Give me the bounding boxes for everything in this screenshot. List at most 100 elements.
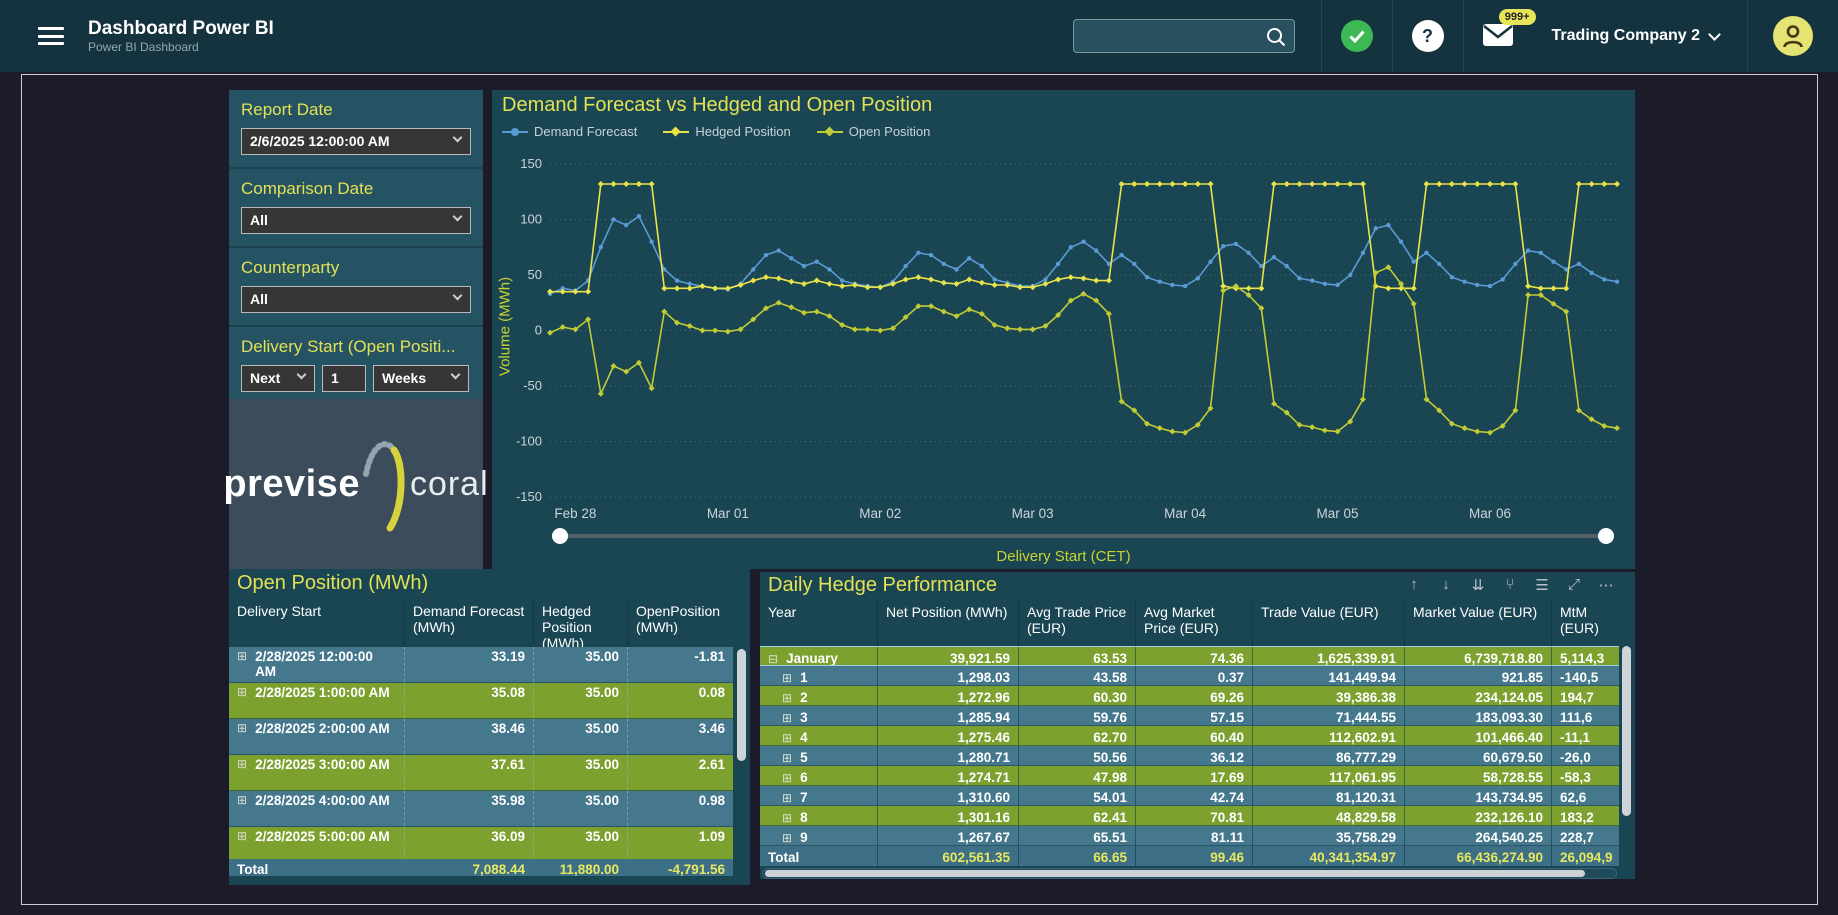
expand-icon[interactable]: ⊞ <box>782 788 792 803</box>
vertical-scrollbar[interactable] <box>1622 646 1631 816</box>
counterparty-dropdown[interactable]: All <box>241 286 471 313</box>
value-cell: 35.98 <box>404 791 533 826</box>
value-cell: 2.61 <box>627 755 733 790</box>
column-header[interactable]: Year <box>760 600 877 646</box>
table-row[interactable]: ⊞2/28/2025 12:00:00 AM33.1935.00-1.81 <box>229 647 733 683</box>
x-axis-range-slider[interactable] <box>552 528 1614 544</box>
value-cell: 47.98 <box>1018 766 1135 785</box>
expand-icon[interactable]: ⊞ <box>237 649 247 680</box>
table-row[interactable]: ⊞31,285.9459.7657.1571,444.55183,093.301… <box>760 706 1619 726</box>
expand-icon[interactable]: ⊞ <box>782 748 792 763</box>
data-point <box>814 309 820 315</box>
expand-icon[interactable]: ⊞ <box>782 768 792 783</box>
table-row[interactable]: ⊞2/28/2025 1:00:00 AM35.0835.000.08 <box>229 683 733 719</box>
column-header[interactable]: MtM (EUR) <box>1551 600 1619 646</box>
value-cell: 921.85 <box>1404 666 1551 685</box>
table-row[interactable]: ⊞2/28/2025 3:00:00 AM37.6135.002.61 <box>229 755 733 791</box>
chart-panel: Demand Forecast vs Hedged and Open Posit… <box>492 90 1635 569</box>
table-row[interactable]: ⊟January39,921.5963.5374.361,625,339.916… <box>760 646 1619 666</box>
relative-unit-dropdown[interactable]: Weeks <box>373 365 469 392</box>
data-point <box>1399 240 1403 244</box>
data-point <box>1563 285 1569 291</box>
data-point <box>877 328 883 334</box>
hedge-performance-title: Daily Hedge Performance <box>768 574 997 597</box>
value-cell: 57.15 <box>1135 706 1252 725</box>
table-row[interactable]: ⊞11,298.0343.580.37141,449.94921.85-140,… <box>760 666 1619 686</box>
column-header[interactable]: Avg Market Price (EUR) <box>1135 600 1252 646</box>
table-row[interactable]: ⊞2/28/2025 5:00:00 AM36.0935.001.09 <box>229 827 733 859</box>
table-row[interactable]: ⊞51,280.7150.5636.1286,777.2960,679.50-2… <box>760 746 1619 766</box>
expand-icon[interactable]: ⊞ <box>237 793 247 824</box>
year-cell: ⊞9 <box>760 826 877 845</box>
expand-all-icon[interactable]: ⇊ <box>1469 576 1487 594</box>
column-header[interactable]: Trade Value (EUR) <box>1252 600 1404 646</box>
expand-icon[interactable]: ⊞ <box>237 757 247 788</box>
expand-icon[interactable]: ⊞ <box>782 728 792 743</box>
value-cell: 35.00 <box>533 647 627 682</box>
delivery-start-cell: ⊞2/28/2025 2:00:00 AM <box>229 719 404 754</box>
table-row[interactable]: ⊞2/28/2025 2:00:00 AM38.4635.003.46 <box>229 719 733 755</box>
data-point <box>966 306 972 312</box>
data-point <box>865 326 871 332</box>
expand-icon[interactable]: ⊞ <box>237 685 247 716</box>
delivery-start-cell: ⊞2/28/2025 4:00:00 AM <box>229 791 404 826</box>
value-cell: 35.00 <box>533 683 627 718</box>
expand-icon[interactable]: ⊞ <box>782 668 792 683</box>
horizontal-scrollbar-thumb[interactable] <box>765 870 1585 877</box>
collapse-icon[interactable]: ⊟ <box>768 649 778 663</box>
column-header[interactable]: Net Position (MWh) <box>877 600 1018 646</box>
menu-icon[interactable] <box>38 27 64 45</box>
expand-icon[interactable]: ⊞ <box>237 829 247 859</box>
drill-mode-icon[interactable]: ⑂ <box>1501 576 1519 594</box>
value-cell: 1,625,339.91 <box>1252 647 1404 665</box>
slider-handle-right[interactable] <box>1598 528 1614 544</box>
table-row[interactable]: ⊞2/28/2025 4:00:00 AM35.9835.000.98 <box>229 791 733 827</box>
table-row[interactable]: ⊞21,272.9660.3069.2639,386.38234,124.051… <box>760 686 1619 706</box>
focus-mode-icon[interactable]: ⤢ <box>1565 576 1583 594</box>
expand-icon[interactable]: ⊞ <box>782 708 792 723</box>
search-input[interactable] <box>1082 20 1262 52</box>
data-point <box>1525 283 1531 289</box>
company-selector[interactable]: Trading Company 2 <box>1534 0 1747 72</box>
column-header[interactable]: Market Value (EUR) <box>1404 600 1551 646</box>
data-point <box>624 223 628 227</box>
slider-track[interactable] <box>560 534 1606 538</box>
data-point <box>1158 279 1162 283</box>
expand-icon[interactable]: ⊞ <box>782 808 792 823</box>
vertical-scrollbar[interactable] <box>737 649 746 761</box>
data-point <box>1030 326 1036 332</box>
status-ok-button[interactable] <box>1322 0 1392 72</box>
search-box[interactable] <box>1073 19 1295 53</box>
comparison-date-dropdown[interactable]: All <box>241 207 471 234</box>
cell-text: 8 <box>800 808 808 823</box>
drill-down-icon[interactable]: ↓ <box>1437 576 1455 594</box>
table-row[interactable]: ⊞61,274.7147.9817.69117,061.9558,728.55-… <box>760 766 1619 786</box>
expand-icon[interactable]: ⊞ <box>237 721 247 752</box>
data-point <box>1449 181 1455 187</box>
data-point <box>1271 181 1277 187</box>
report-date-dropdown[interactable]: 2/6/2025 12:00:00 AM <box>241 128 471 155</box>
drill-up-icon[interactable]: ↑ <box>1405 576 1423 594</box>
data-point <box>1183 284 1187 288</box>
slider-handle-left[interactable] <box>552 528 568 544</box>
relative-mode-dropdown[interactable]: Next <box>241 365 315 392</box>
notifications-button[interactable]: 999+ <box>1464 0 1534 72</box>
table-row[interactable]: ⊞71,310.6054.0142.7481,120.31143,734.956… <box>760 786 1619 806</box>
column-header[interactable]: Avg Trade Price (EUR) <box>1018 600 1135 646</box>
data-point <box>1436 181 1442 187</box>
expand-icon[interactable]: ⊞ <box>782 688 792 703</box>
horizontal-scrollbar[interactable] <box>762 868 1617 879</box>
more-options-icon[interactable]: ⋯ <box>1597 576 1615 594</box>
line-chart[interactable]: 150100500-50-100-150Feb 28Mar 01Mar 02Ma… <box>492 90 1635 520</box>
data-point <box>1437 262 1441 266</box>
value-cell: 1.09 <box>627 827 733 859</box>
data-point <box>966 276 972 282</box>
filters-icon[interactable]: ☰ <box>1533 576 1551 594</box>
help-button[interactable]: ? <box>1393 0 1463 72</box>
user-menu-button[interactable] <box>1748 0 1838 72</box>
table-row[interactable]: ⊞81,301.1662.4170.8148,829.58232,126.101… <box>760 806 1619 826</box>
expand-icon[interactable]: ⊞ <box>782 828 792 843</box>
table-row[interactable]: ⊞41,275.4662.7060.40112,602.91101,466.40… <box>760 726 1619 746</box>
table-row[interactable]: ⊞91,267.6765.5181.1135,758.29264,540.252… <box>760 826 1619 846</box>
relative-count-input[interactable]: 1 <box>322 365 366 392</box>
